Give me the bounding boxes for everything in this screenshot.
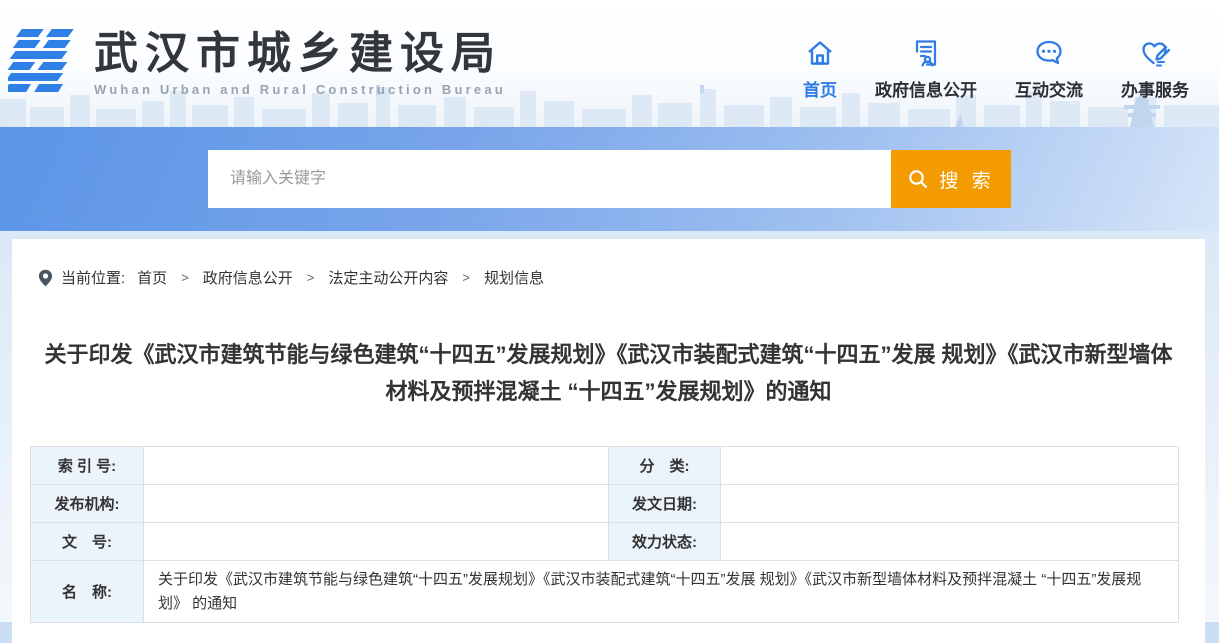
search-button[interactable]: 搜 索 xyxy=(891,150,1011,208)
breadcrumb-statutory-disclosure[interactable]: 法定主动公开内容 xyxy=(328,267,448,288)
content-card: 当前位置: 首页 > 政府信息公开 > 法定主动公开内容 > 规划信息 关于印发… xyxy=(12,239,1205,643)
issuing-agency-value xyxy=(144,485,609,523)
nav-item-gov-info[interactable]: 政府信息公开 xyxy=(875,37,977,101)
article-title: 关于印发《武汉市建筑节能与绿色建筑“十四五”发展规划》《武汉市装配式建筑“十四五… xyxy=(34,336,1184,410)
bureau-logo-icon xyxy=(8,27,80,101)
index-number-label: 索 引 号: xyxy=(31,447,144,485)
breadcrumb-planning-info[interactable]: 规划信息 xyxy=(484,267,544,288)
index-number-value xyxy=(144,447,609,485)
search-icon xyxy=(907,168,929,190)
validity-status-value xyxy=(721,523,1179,561)
search-box: 搜 索 xyxy=(208,150,1011,208)
search-input[interactable] xyxy=(208,150,891,208)
category-value xyxy=(721,447,1179,485)
nav-label-services: 办事服务 xyxy=(1121,76,1189,101)
issue-date-value xyxy=(721,485,1179,523)
category-label: 分 类: xyxy=(609,447,721,485)
validity-status-label: 效力状态: xyxy=(609,523,721,561)
site-title: 武汉市城乡建设局 xyxy=(94,30,506,78)
search-button-label: 搜 索 xyxy=(939,166,994,193)
location-pin-icon xyxy=(38,269,53,287)
site-header: 武汉市城乡建设局 Wuhan Urban and Rural Construct… xyxy=(0,0,1219,127)
breadcrumb-separator: > xyxy=(462,270,470,285)
gov-info-icon xyxy=(911,37,941,69)
document-number-value xyxy=(144,523,609,561)
main-nav: 首页 政府信息公开 xyxy=(803,37,1189,101)
search-band: 搜 索 xyxy=(0,127,1219,231)
nav-item-interaction[interactable]: 互动交流 xyxy=(1015,37,1083,101)
breadcrumb-gov-info[interactable]: 政府信息公开 xyxy=(203,267,293,288)
brand[interactable]: 武汉市城乡建设局 Wuhan Urban and Rural Construct… xyxy=(8,27,506,101)
name-label: 名 称: xyxy=(31,561,144,623)
issue-date-label: 发文日期: xyxy=(609,485,721,523)
table-row: 文 号: 效力状态: xyxy=(31,523,1179,561)
table-row: 发布机构: 发文日期: xyxy=(31,485,1179,523)
name-value: 关于印发《武汉市建筑节能与绿色建筑“十四五”发展规划》《武汉市装配式建筑“十四五… xyxy=(144,561,1179,623)
heart-service-icon xyxy=(1139,37,1171,69)
breadcrumb-separator: > xyxy=(307,270,315,285)
table-row: 名 称: 关于印发《武汉市建筑节能与绿色建筑“十四五”发展规划》《武汉市装配式建… xyxy=(31,561,1179,623)
table-row: 索 引 号: 分 类: xyxy=(31,447,1179,485)
nav-label-interaction: 互动交流 xyxy=(1015,76,1083,101)
nav-item-services[interactable]: 办事服务 xyxy=(1121,37,1189,101)
issuing-agency-label: 发布机构: xyxy=(31,485,144,523)
document-number-label: 文 号: xyxy=(31,523,144,561)
nav-label-gov-info: 政府信息公开 xyxy=(875,76,977,101)
chat-bubble-icon xyxy=(1033,37,1065,69)
breadcrumb-separator: > xyxy=(181,270,189,285)
home-icon xyxy=(805,37,835,69)
document-meta-table: 索 引 号: 分 类: 发布机构: 发文日期: 文 号: 效力状态: 名 称: … xyxy=(30,446,1179,623)
breadcrumb-home[interactable]: 首页 xyxy=(137,267,167,288)
nav-item-home[interactable]: 首页 xyxy=(803,37,837,101)
breadcrumb: 当前位置: 首页 > 政府信息公开 > 法定主动公开内容 > 规划信息 xyxy=(12,267,1205,288)
breadcrumb-prefix: 当前位置: xyxy=(61,267,125,288)
site-subtitle: Wuhan Urban and Rural Construction Burea… xyxy=(94,82,506,97)
nav-label-home: 首页 xyxy=(803,76,837,101)
